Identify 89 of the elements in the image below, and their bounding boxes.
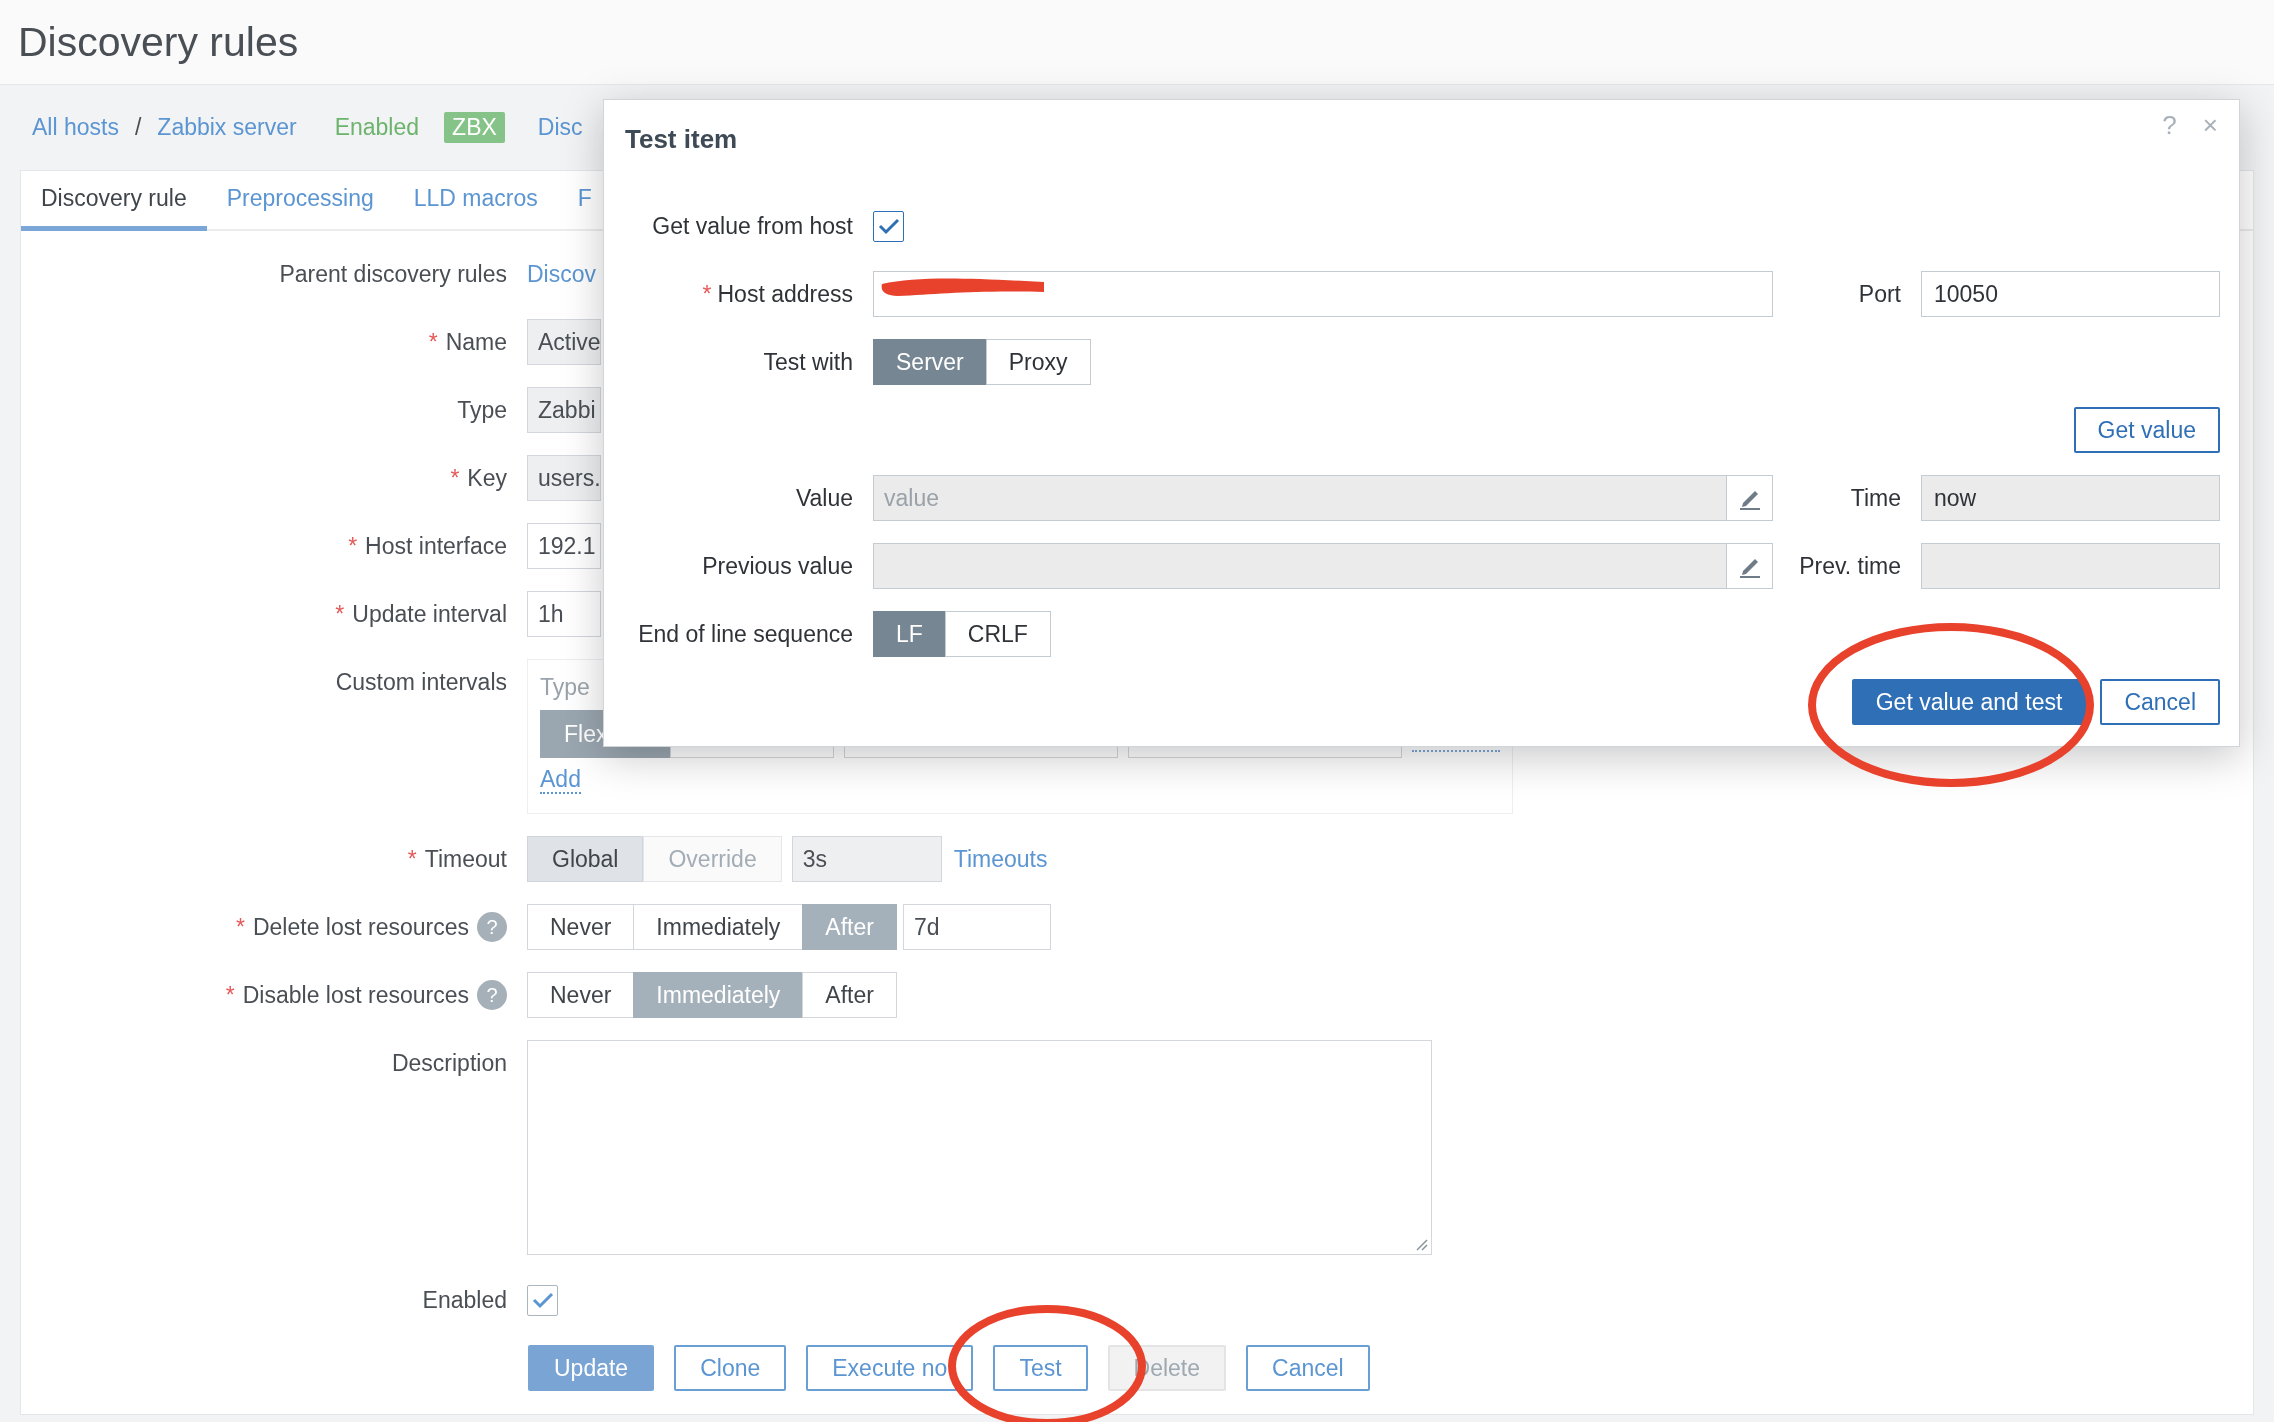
checkbox[interactable] bbox=[527, 1284, 558, 1316]
field-label: Prev. time bbox=[1798, 552, 1901, 581]
host-address-field[interactable] bbox=[873, 271, 1773, 317]
tab[interactable]: Discovery rule bbox=[21, 171, 207, 231]
help-icon[interactable]: ? bbox=[477, 912, 507, 942]
text-field[interactable]: Zabbi bbox=[527, 387, 601, 433]
field-label: Get value from host bbox=[651, 212, 853, 241]
segment-option[interactable]: Immediately bbox=[633, 972, 804, 1018]
required-mark: * bbox=[450, 464, 460, 492]
field-label: Time bbox=[1849, 484, 1901, 513]
field-label: Previous value bbox=[701, 552, 853, 581]
segment-option[interactable]: Server bbox=[873, 339, 987, 385]
timeout-field[interactable]: 3s bbox=[791, 836, 942, 882]
field-label: Delete lost resources bbox=[252, 913, 469, 941]
field-label: Value bbox=[794, 484, 853, 513]
form-button[interactable]: Update bbox=[528, 1345, 655, 1391]
field-label: Test with bbox=[762, 348, 853, 377]
dialog-button[interactable]: Cancel bbox=[2100, 679, 2220, 725]
period-field[interactable]: 7d bbox=[902, 904, 1051, 950]
edit-button[interactable] bbox=[1727, 475, 1773, 521]
breadcrumb-link[interactable]: All hosts bbox=[32, 114, 119, 141]
form-button[interactable]: Clone bbox=[674, 1345, 787, 1391]
field-label: Timeout bbox=[424, 845, 507, 873]
segment-option[interactable]: Immediately bbox=[633, 904, 804, 950]
rule-link[interactable]: Discov bbox=[527, 260, 596, 288]
edit-button[interactable] bbox=[1727, 543, 1773, 589]
form-button[interactable]: Test bbox=[993, 1345, 1088, 1391]
required-mark: * bbox=[225, 981, 235, 1009]
time-field[interactable]: now bbox=[1921, 475, 2220, 521]
add-link[interactable]: Add bbox=[540, 766, 581, 794]
segment-option[interactable]: Never bbox=[527, 972, 635, 1018]
segment-option[interactable]: After bbox=[802, 972, 897, 1018]
timeouts-link[interactable]: Timeouts bbox=[953, 845, 1048, 873]
checkbox[interactable] bbox=[873, 210, 904, 242]
help-button[interactable]: ? bbox=[2162, 110, 2177, 141]
text-field[interactable]: 192.1 bbox=[527, 523, 601, 569]
field-label: Enabled bbox=[422, 1286, 507, 1314]
dialog-button[interactable]: Get value and test bbox=[1851, 679, 2087, 725]
segment-option[interactable]: Never bbox=[527, 904, 635, 950]
agent-badge: ZBX bbox=[444, 112, 505, 143]
segment-option[interactable]: CRLF bbox=[944, 611, 1051, 657]
breadcrumb-link[interactable]: Disc bbox=[537, 114, 583, 141]
check-icon bbox=[531, 1291, 554, 1309]
description-field[interactable] bbox=[527, 1040, 1432, 1255]
segment-option[interactable]: Proxy bbox=[985, 339, 1091, 385]
field-label: Update interval bbox=[352, 600, 507, 628]
field-label: Host address bbox=[717, 281, 853, 307]
tab[interactable]: Preprocessing bbox=[206, 171, 394, 231]
required-mark: * bbox=[428, 328, 438, 356]
field-label: Parent discovery rules bbox=[279, 260, 507, 288]
segment-option[interactable]: Global bbox=[527, 836, 644, 882]
required-mark: * bbox=[348, 532, 358, 560]
field-label: Disable lost resources bbox=[242, 981, 469, 1009]
form-button[interactable]: Execute no bbox=[806, 1345, 974, 1391]
dialog-title: Test item bbox=[625, 124, 738, 155]
field-label: Host interface bbox=[365, 532, 507, 560]
status-text[interactable]: Enabled bbox=[334, 114, 420, 141]
required-mark: * bbox=[702, 281, 712, 307]
field-label: Type bbox=[457, 396, 507, 424]
prev-time-field[interactable] bbox=[1921, 543, 2220, 589]
field-label: Custom intervals bbox=[335, 668, 507, 696]
breadcrumb-separator: / bbox=[134, 114, 142, 141]
breadcrumb-link[interactable]: Zabbix server bbox=[157, 114, 297, 141]
dotted-underline[interactable] bbox=[1412, 750, 1500, 752]
resize-grip-icon[interactable] bbox=[1414, 1237, 1428, 1251]
help-icon[interactable]: ? bbox=[477, 980, 507, 1010]
column-header: Type bbox=[540, 674, 591, 700]
text-field[interactable]: 1h bbox=[527, 591, 601, 637]
text-field[interactable]: Active bbox=[527, 319, 601, 365]
segment-option[interactable]: After bbox=[802, 904, 897, 950]
form-button[interactable]: Cancel bbox=[1246, 1345, 1370, 1391]
field-label: Description bbox=[391, 1049, 507, 1077]
check-icon bbox=[877, 217, 900, 235]
port-field[interactable]: 10050 bbox=[1921, 271, 2220, 317]
required-mark: * bbox=[407, 845, 417, 873]
text-field[interactable]: users. bbox=[527, 455, 601, 501]
required-mark: * bbox=[335, 600, 345, 628]
field-label: Key bbox=[467, 464, 507, 492]
get-value-button[interactable]: Get value bbox=[2073, 407, 2220, 453]
segment-option[interactable]: LF bbox=[873, 611, 946, 657]
required-mark: * bbox=[236, 913, 245, 941]
tab[interactable]: LLD macros bbox=[393, 171, 558, 231]
value-field[interactable]: value bbox=[873, 475, 1727, 521]
page-title: Discovery rules bbox=[18, 18, 299, 66]
field-label: Port bbox=[1857, 280, 1901, 309]
field-label: Name bbox=[445, 328, 507, 356]
close-button[interactable]: × bbox=[2202, 110, 2218, 141]
previous-value-field[interactable] bbox=[873, 543, 1727, 589]
field-label: End of line sequence bbox=[637, 620, 853, 649]
